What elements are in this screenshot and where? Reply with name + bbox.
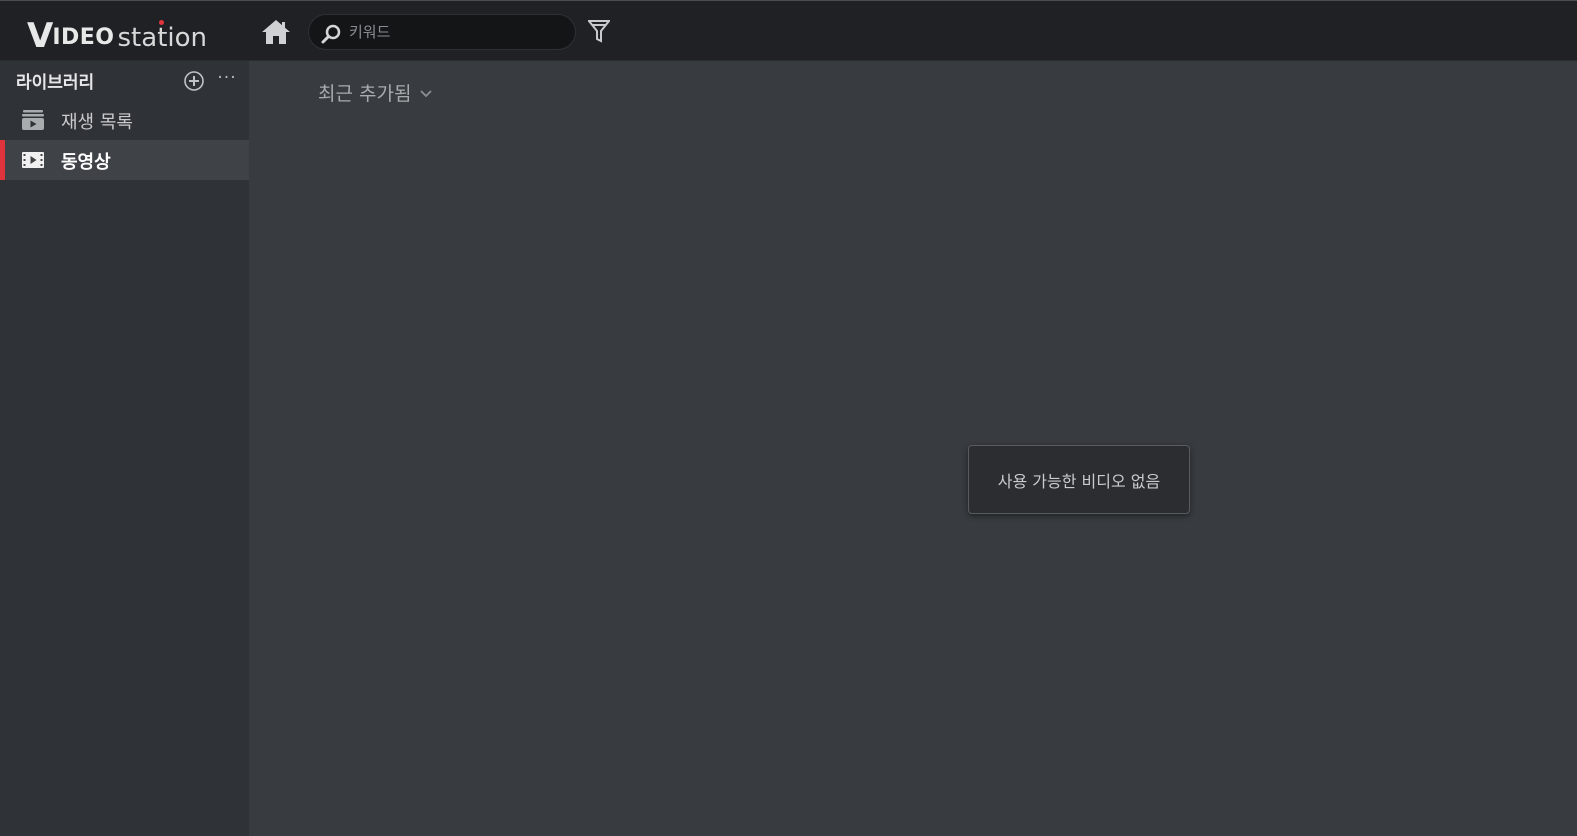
playlist-icon bbox=[22, 110, 44, 130]
home-button[interactable] bbox=[261, 18, 291, 46]
logo-letter-v: V bbox=[27, 16, 53, 56]
empty-state-text: 사용 가능한 비디오 없음 bbox=[997, 471, 1161, 491]
plus-circle-icon bbox=[184, 71, 204, 91]
add-library-button[interactable] bbox=[183, 70, 205, 92]
filter-button[interactable] bbox=[586, 18, 612, 44]
filter-icon bbox=[586, 20, 612, 43]
video-station-app: V IDEO station 라이브러 bbox=[0, 0, 1577, 836]
top-bar: V IDEO station bbox=[0, 0, 1577, 61]
search-icon bbox=[321, 24, 341, 44]
home-icon bbox=[262, 20, 290, 44]
logo-red-dot bbox=[159, 20, 164, 25]
sort-dropdown[interactable]: 최근 추가됨 bbox=[318, 78, 433, 106]
search-box[interactable] bbox=[308, 14, 576, 50]
active-indicator bbox=[0, 140, 5, 180]
sidebar: 라이브러리 ··· 재생 목록 동영상 bbox=[0, 61, 249, 836]
sort-label: 최근 추가됨 bbox=[318, 82, 412, 105]
logo-text-ideo: IDEO bbox=[52, 25, 115, 50]
sidebar-item-label: 동영상 bbox=[61, 152, 111, 173]
sidebar-item-label: 재생 목록 bbox=[61, 112, 133, 133]
chevron-down-icon bbox=[420, 89, 433, 97]
search-input[interactable] bbox=[349, 20, 559, 44]
logo-text-station: station bbox=[117, 23, 207, 53]
more-options-button[interactable]: ··· bbox=[216, 65, 238, 91]
videostation-logo: V IDEO station bbox=[27, 13, 207, 53]
library-title: 라이브러리 bbox=[16, 73, 95, 93]
sidebar-item-playlist[interactable]: 재생 목록 bbox=[0, 100, 249, 140]
sidebar-item-videos[interactable]: 동영상 bbox=[0, 140, 249, 180]
empty-state-message: 사용 가능한 비디오 없음 bbox=[968, 445, 1190, 514]
main-content: 최근 추가됨 사용 가능한 비디오 없음 bbox=[249, 61, 1577, 836]
library-header: 라이브러리 ··· bbox=[0, 61, 249, 99]
film-icon bbox=[22, 152, 44, 168]
